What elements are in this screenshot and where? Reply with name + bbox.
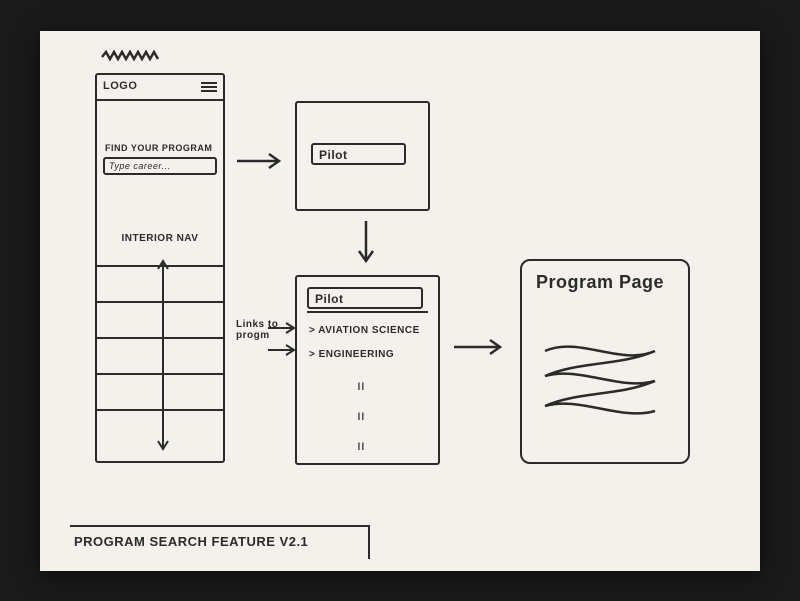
footer-caption-box: PROGRAM SEARCH FEATURE V2.1: [70, 525, 370, 559]
vertical-scroll-arrow-icon: [157, 255, 169, 460]
search-input-typed[interactable]: Pilot: [311, 143, 406, 165]
hamburger-icon[interactable]: [201, 82, 217, 92]
wireframe-sketch: LOGO FIND YOUR PROGRAM Type career... IN…: [40, 31, 760, 571]
result-link[interactable]: > AVIATION SCIENCE: [309, 325, 420, 336]
content-squiggle: [540, 341, 660, 431]
search-value: Pilot: [319, 148, 348, 162]
search-placeholder: Type career...: [109, 161, 171, 171]
mobile-wireframe: LOGO FIND YOUR PROGRAM Type career... IN…: [95, 73, 225, 463]
interior-nav-label: INTERIOR NAV: [97, 233, 223, 244]
search-input[interactable]: Type career...: [103, 157, 217, 175]
arrow-right-icon: [235, 151, 285, 176]
ditto-marks: ıı ıı ıı: [357, 377, 365, 453]
arrow-right-icon: [268, 343, 300, 362]
footer-caption: PROGRAM SEARCH FEATURE V2.1: [74, 534, 308, 549]
arrow-right-icon: [452, 337, 508, 362]
mobile-header-bar: LOGO: [97, 75, 223, 101]
search-typed-panel: Pilot: [295, 101, 430, 211]
program-page-panel: Program Page: [520, 259, 690, 464]
search-value-results: Pilot: [315, 292, 344, 306]
results-panel: Pilot > AVIATION SCIENCE > ENGINEERING ı…: [295, 275, 440, 465]
logo-text: LOGO: [103, 80, 137, 92]
search-input-results[interactable]: Pilot: [307, 287, 423, 309]
program-page-title: Program Page: [536, 273, 664, 293]
results-divider: [307, 311, 428, 313]
arrow-right-icon: [268, 321, 300, 340]
result-link[interactable]: > ENGINEERING: [309, 349, 394, 360]
scribble-crossout: [100, 49, 160, 63]
search-label: FIND YOUR PROGRAM: [105, 143, 212, 153]
arrow-down-icon: [356, 219, 376, 272]
